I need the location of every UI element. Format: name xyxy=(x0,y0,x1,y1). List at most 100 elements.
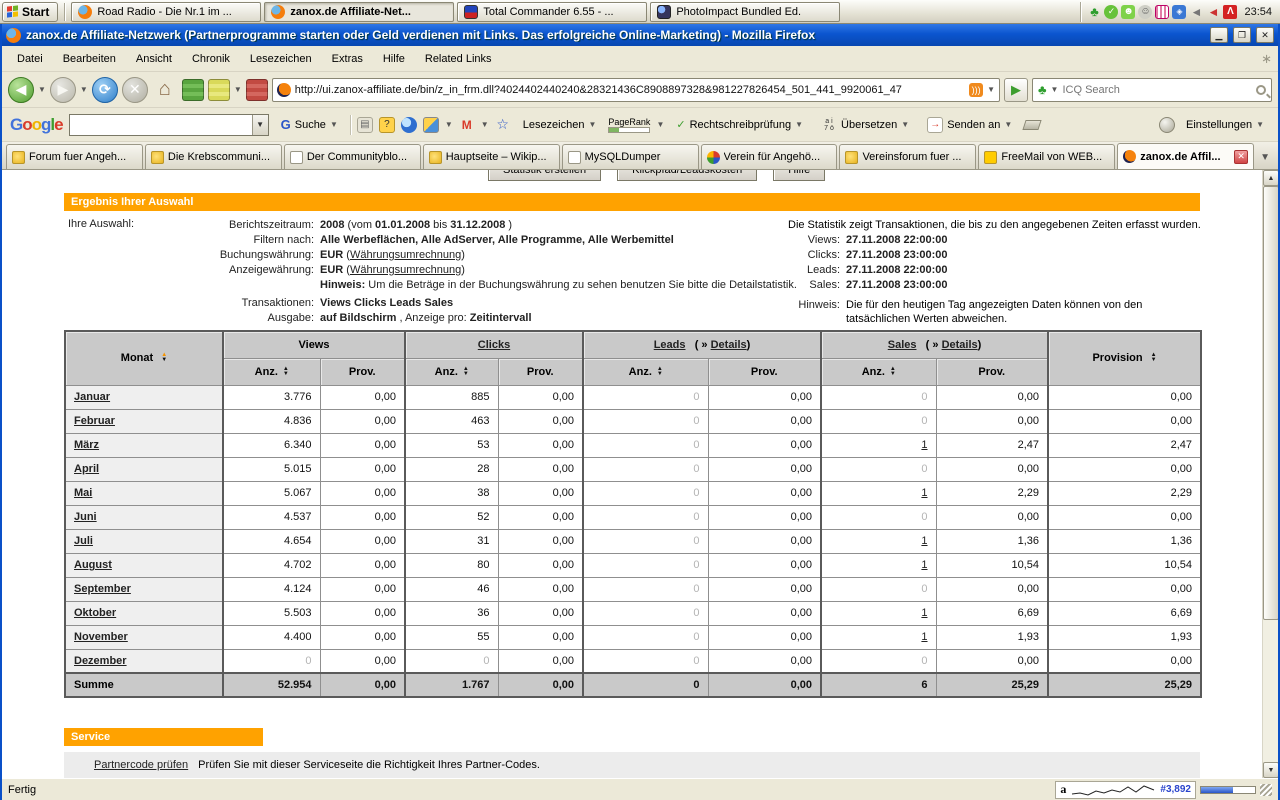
sales-count-link[interactable]: 1 xyxy=(921,439,927,451)
extension-yellow-icon[interactable] xyxy=(208,79,230,101)
tab-die-krebscommuni[interactable]: Die Krebscommuni... xyxy=(145,144,282,169)
page-button-statistik-erstellen[interactable]: Statistik erstellen xyxy=(488,170,601,181)
stripes-tray-icon[interactable] xyxy=(1155,5,1169,19)
web-search-input[interactable] xyxy=(1062,84,1252,96)
pagerank-dropdown[interactable]: ▼ xyxy=(656,120,664,129)
url-input[interactable] xyxy=(295,84,965,96)
netmeeting-tray-icon[interactable]: ◈ xyxy=(1172,5,1186,19)
close-button[interactable]: ✕ xyxy=(1256,27,1274,43)
currency-conversion-link[interactable]: Währungsumrechnung xyxy=(350,249,461,261)
tab-vereinsforum-fuer[interactable]: Vereinsforum fuer ... xyxy=(839,144,976,169)
taskbar-window-button[interactable]: zanox.de Affiliate-Net... xyxy=(264,2,454,22)
tab-forum-fuer-angeh[interactable]: Forum fuer Angeh... xyxy=(6,144,143,169)
scroll-up-icon[interactable]: ▲ xyxy=(1263,170,1278,186)
google-search-input[interactable] xyxy=(70,115,252,135)
sales-count-link[interactable]: 1 xyxy=(921,487,927,499)
gmail-icon[interactable]: M xyxy=(459,117,475,133)
forward-dropdown[interactable]: ▼ xyxy=(80,85,88,94)
smiley-tray-icon[interactable]: ☺ xyxy=(1138,5,1152,19)
extension-green-icon[interactable] xyxy=(182,79,204,101)
month-link[interactable]: Mai xyxy=(74,487,92,499)
menu-extras[interactable]: Extras xyxy=(323,49,372,69)
tab-hauptseite-wikip[interactable]: Hauptseite – Wikip... xyxy=(423,144,560,169)
bookmarks-menu-button[interactable]: Lesezeichen▼ xyxy=(517,116,603,134)
google-earth-icon[interactable] xyxy=(401,117,417,133)
tab-verein-f-r-angeh[interactable]: Verein für Angehö... xyxy=(701,144,838,169)
google-search-button[interactable]: GSuche▼ xyxy=(275,114,344,135)
search-magnifier-icon[interactable] xyxy=(1256,85,1266,95)
page-button-hilfe[interactable]: Hilfe xyxy=(773,170,825,181)
history-icon[interactable]: ▤ xyxy=(357,117,373,133)
clover-tray-icon[interactable]: ♣ xyxy=(1087,5,1101,19)
back-button[interactable]: ◀ xyxy=(8,77,34,103)
subheader-leads-anz[interactable]: Anz.▲▼ xyxy=(583,358,708,385)
month-link[interactable]: Februar xyxy=(74,415,115,427)
gmail-dropdown[interactable]: ▼ xyxy=(481,120,489,129)
extension-dropdown[interactable]: ▼ xyxy=(234,85,242,94)
go-button[interactable]: ▶ xyxy=(1004,78,1028,102)
month-link[interactable]: Januar xyxy=(74,391,110,403)
sort-icon-monat[interactable]: ▲▼ xyxy=(161,353,167,363)
tab-list-dropdown[interactable]: ▼ xyxy=(1256,152,1274,163)
home-button[interactable]: ⌂ xyxy=(152,77,178,103)
currency-conversion-link[interactable]: Währungsumrechnung xyxy=(350,264,461,276)
vertical-scrollbar[interactable]: ▲ ▼ xyxy=(1262,170,1278,778)
volume-tray-icon[interactable]: ◄ xyxy=(1206,5,1220,19)
month-link[interactable]: März xyxy=(74,439,99,451)
bookmark-star-icon[interactable]: ☆ xyxy=(495,117,511,133)
stop-button[interactable]: ✕ xyxy=(122,77,148,103)
avira-tray-icon[interactable]: Λ xyxy=(1223,5,1237,19)
sales-details-link[interactable]: Details xyxy=(942,339,978,351)
tab-der-communityblo[interactable]: Der Communityblo... xyxy=(284,144,421,169)
volume-muted-tray-icon[interactable]: ◄ xyxy=(1189,5,1203,19)
photos-dropdown[interactable]: ▼ xyxy=(445,120,453,129)
sales-count-link[interactable]: 1 xyxy=(921,631,927,643)
page-button-klickpfad-leadskosten[interactable]: Klickpfad/Leadskosten xyxy=(617,170,757,181)
resize-grip[interactable] xyxy=(1260,784,1272,796)
tab-close-icon[interactable]: ✕ xyxy=(1234,150,1248,164)
month-link[interactable]: Oktober xyxy=(74,607,116,619)
scrollbar-thumb[interactable] xyxy=(1263,186,1278,620)
start-button[interactable]: Start xyxy=(2,2,58,22)
minimize-button[interactable]: ▁ xyxy=(1210,27,1228,43)
pagerank-indicator[interactable]: PageRank xyxy=(608,117,650,133)
tab-freemail-von-web[interactable]: FreeMail von WEB... xyxy=(978,144,1115,169)
column-header-monat[interactable]: Monat ▲▼ xyxy=(65,331,223,385)
subheader-sales-anz[interactable]: Anz.▲▼ xyxy=(821,358,936,385)
site-search-icon[interactable]: ? xyxy=(379,117,395,133)
menu-ansicht[interactable]: Ansicht xyxy=(127,49,181,69)
month-link[interactable]: Dezember xyxy=(74,655,127,667)
sales-count-link[interactable]: 1 xyxy=(921,559,927,571)
alexa-widget[interactable]: a #3,892 xyxy=(1055,781,1196,799)
menu-chronik[interactable]: Chronik xyxy=(183,49,239,69)
settings-button[interactable]: Einstellungen▼ xyxy=(1180,116,1270,134)
column-group-leads[interactable]: Leads ( » Details) xyxy=(583,331,821,358)
reload-button[interactable]: ⟳ xyxy=(92,77,118,103)
menu-datei[interactable]: Datei xyxy=(8,49,52,69)
month-link[interactable]: Juni xyxy=(74,511,97,523)
eraser-icon[interactable] xyxy=(1023,120,1042,130)
url-history-dropdown[interactable]: ▼ xyxy=(987,85,995,94)
menu-related-links[interactable]: Related Links xyxy=(416,49,501,69)
extension-red-icon[interactable] xyxy=(246,79,268,101)
subheader-views-anz[interactable]: Anz.▲▼ xyxy=(223,358,320,385)
menu-bearbeiten[interactable]: Bearbeiten xyxy=(54,49,125,69)
back-dropdown[interactable]: ▼ xyxy=(38,85,46,94)
menu-hilfe[interactable]: Hilfe xyxy=(374,49,414,69)
leads-details-link[interactable]: Details xyxy=(711,339,747,351)
scroll-down-icon[interactable]: ▼ xyxy=(1263,762,1278,778)
tab-mysqldumper[interactable]: MySQLDumper xyxy=(562,144,699,169)
taskbar-window-button[interactable]: PhotoImpact Bundled Ed. xyxy=(650,2,840,22)
column-header-provision[interactable]: Provision ▲▼ xyxy=(1048,331,1201,385)
translate-button[interactable]: a i7 öÜbersetzen▼ xyxy=(815,114,915,136)
sort-icon-provision[interactable]: ▲▼ xyxy=(1151,353,1157,363)
month-link[interactable]: April xyxy=(74,463,99,475)
checkmark-tray-icon[interactable]: ✓ xyxy=(1104,5,1118,19)
menu-lesezeichen[interactable]: Lesezeichen xyxy=(241,49,321,69)
send-to-button[interactable]: →Senden an▼ xyxy=(921,114,1018,136)
month-link[interactable]: August xyxy=(74,559,112,571)
spellcheck-button[interactable]: ✓Rechtschreibprüfung▼ xyxy=(670,115,809,134)
month-link[interactable]: November xyxy=(74,631,128,643)
taskbar-window-button[interactable]: Total Commander 6.55 - ... xyxy=(457,2,647,22)
tab-zanox-de-affil[interactable]: zanox.de Affil...✕ xyxy=(1117,143,1254,169)
